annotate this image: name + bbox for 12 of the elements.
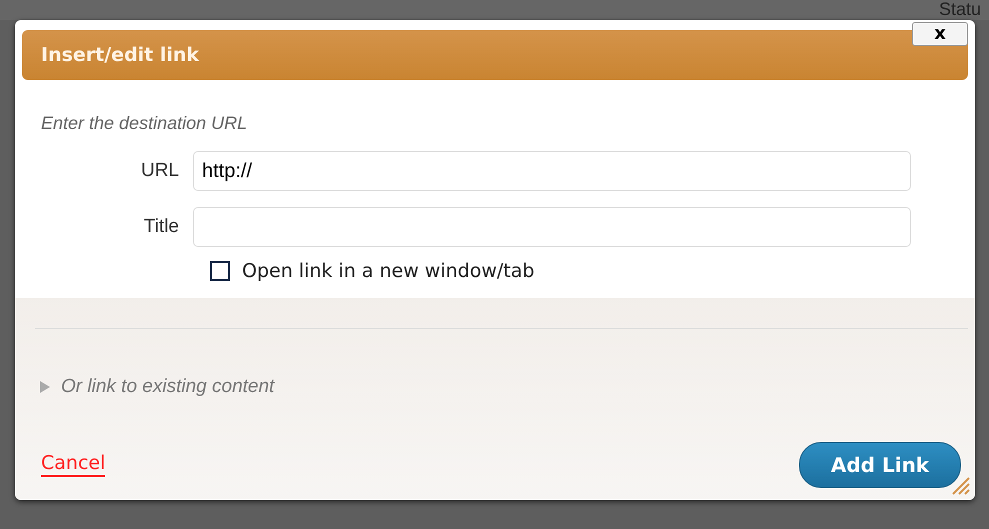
status-label: Statu [938,0,981,21]
field-label: URL [140,158,180,183]
existing-content-toggle[interactable]: Or link to existing content [61,373,274,402]
intro-text: Enter the destination URL [41,112,248,135]
new-window-checkbox[interactable] [210,261,230,282]
new-window-label: Open link in a new window/tab [242,259,534,284]
title-field[interactable] [193,207,911,247]
add-link-button[interactable]: Add Link [799,442,961,488]
field-label: Title [142,214,180,239]
close-button[interactable]: x [912,22,968,46]
cancel-link[interactable]: Cancel [41,452,106,477]
url-field[interactable]: http:// [193,151,911,191]
